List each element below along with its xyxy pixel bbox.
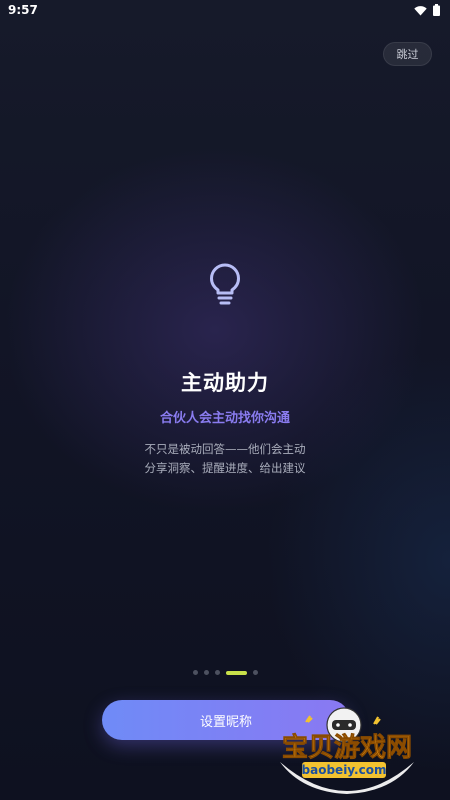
page-dot-3 <box>215 670 220 675</box>
page-dot-4-active <box>226 670 247 675</box>
battery-icon <box>433 4 440 16</box>
wifi-icon <box>414 5 427 16</box>
status-bar: 9:57 <box>0 0 450 20</box>
onboarding-subtitle: 合伙人会主动找你沟通 <box>159 411 290 426</box>
status-time: 9:57 <box>8 3 38 17</box>
onboarding-title: 主动助力 <box>181 371 269 395</box>
watermark-brand-text: 宝贝游戏网 <box>282 732 412 763</box>
description-line-1: 不只是被动回答——他们会主动 <box>144 442 306 456</box>
page-dot-2 <box>204 670 209 675</box>
page-dot-5 <box>253 670 258 675</box>
background <box>0 0 450 800</box>
watermark-domain: baobeiy.com <box>302 763 387 777</box>
onboarding-description: 不只是被动回答——他们会主动 分享洞察、提醒进度、给出建议 <box>0 440 450 478</box>
skip-button[interactable]: 跳过 <box>383 42 432 66</box>
lightbulb-icon <box>210 263 240 305</box>
description-line-2: 分享洞察、提醒进度、给出建议 <box>144 461 306 475</box>
status-icons <box>414 4 440 16</box>
pagination-dots <box>193 670 258 675</box>
page-dot-1 <box>193 670 198 675</box>
site-watermark-logo: 宝贝游戏网 baobeiy.com <box>280 707 414 794</box>
